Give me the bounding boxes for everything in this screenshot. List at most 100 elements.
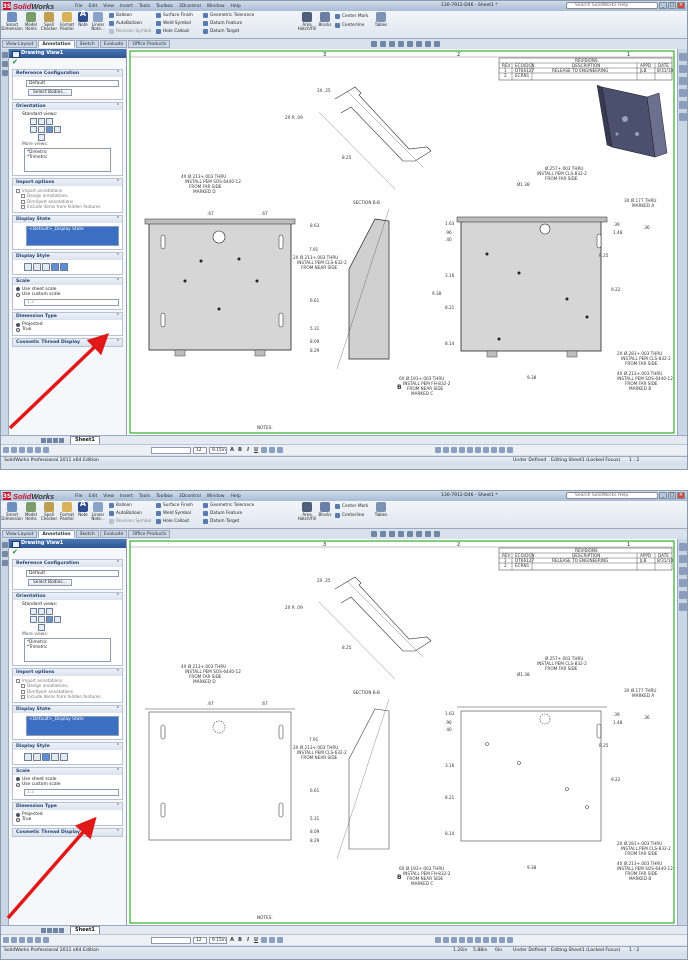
section-b-b-view[interactable]: [318, 576, 432, 680]
annotation-tool-5-icon[interactable]: [475, 447, 481, 453]
menu-window[interactable]: Window: [207, 4, 225, 9]
menu-insert[interactable]: Insert: [120, 494, 133, 499]
hole-callout-button[interactable]: Hole Callout: [156, 519, 189, 524]
hidden-features-checkbox[interactable]: Include items from hidden features: [16, 694, 119, 699]
balloon-button[interactable]: Balloon: [109, 13, 132, 18]
scale-select[interactable]: 1:2: [24, 298, 119, 306]
auto-balloon-button[interactable]: AutoBalloon: [109, 21, 142, 26]
view-right-icon[interactable]: [46, 616, 53, 623]
centerline-button[interactable]: Centerline: [335, 23, 364, 28]
wireframe-icon[interactable]: [24, 752, 32, 761]
side-view[interactable]: [336, 698, 390, 860]
custom-properties-icon[interactable]: [679, 603, 687, 611]
more-views-list[interactable]: *Dimetric *Trimetric: [24, 148, 111, 172]
design-library-icon[interactable]: [679, 555, 687, 563]
annotation-tool-9-icon[interactable]: [507, 447, 513, 453]
annotation-tool-6-icon[interactable]: [483, 937, 489, 943]
file-explorer-icon[interactable]: [679, 567, 687, 575]
color-display-icon[interactable]: [43, 937, 49, 943]
sheet-scale[interactable]: 1 : 2: [629, 457, 639, 465]
tab-office-products[interactable]: Office Products: [128, 530, 171, 538]
restore-icon[interactable]: □: [668, 492, 676, 499]
menu-insert[interactable]: Insert: [120, 4, 133, 9]
spell-checker-button[interactable]: Spell Checker: [41, 12, 57, 31]
rotate-icon[interactable]: [398, 41, 404, 47]
menu-tools[interactable]: Tools: [139, 494, 150, 499]
zoom-to-fit-icon[interactable]: [371, 531, 377, 537]
bold-toggle[interactable]: B: [237, 447, 243, 453]
datum-feature-button[interactable]: Datum Feature: [203, 21, 242, 26]
appearance-icon[interactable]: [434, 41, 440, 47]
drawing-area[interactable]: 3 2 1 REVISIONS REV ECO/DCN DESCRIPTION …: [127, 49, 677, 435]
spell-checker-button[interactable]: Spell Checker: [41, 502, 57, 521]
side-view[interactable]: [336, 208, 390, 370]
view-top-icon[interactable]: [38, 608, 45, 615]
section-b-b-view[interactable]: [318, 86, 432, 190]
datum-target-button[interactable]: Datum Target: [203, 519, 239, 524]
revision-symbol-button[interactable]: Revision Symbol: [109, 519, 151, 524]
revision-table[interactable]: REVISIONS REV ECO/DCN DESCRIPTION APPD D…: [498, 547, 673, 571]
note-button[interactable]: A Note: [77, 500, 89, 517]
isometric-view[interactable]: [596, 84, 668, 158]
first-sheet-icon[interactable]: [41, 927, 46, 933]
display-state-list[interactable]: <Default>_Display State: [26, 715, 119, 736]
use-custom-scale-radio[interactable]: Use custom scale: [16, 782, 119, 788]
font-combo[interactable]: [151, 936, 191, 944]
align-left-icon[interactable]: [261, 937, 267, 943]
geometric-tolerance-button[interactable]: Geometric Tolerance: [203, 503, 254, 508]
tab-view-layout[interactable]: View Layout: [2, 530, 38, 538]
feature-manager-icon[interactable]: [2, 52, 8, 58]
blocks-button[interactable]: Blocks: [319, 12, 331, 27]
hidden-features-checkbox[interactable]: Include items from hidden features: [16, 204, 119, 209]
help-search-input[interactable]: Search SolidWorks Help: [566, 2, 658, 9]
view-front-icon[interactable]: [46, 118, 53, 125]
snap-icon[interactable]: [435, 937, 441, 943]
appearances-icon[interactable]: [679, 591, 687, 599]
tab-sketch[interactable]: Sketch: [75, 40, 99, 48]
rear-view[interactable]: [457, 706, 607, 842]
rear-view[interactable]: [456, 216, 608, 358]
menu-help[interactable]: Help: [231, 4, 241, 9]
center-mark-button[interactable]: Center Mark: [335, 504, 368, 509]
italic-button[interactable]: I: [245, 447, 251, 453]
weld-symbol-button[interactable]: Weld Symbol: [156, 511, 191, 516]
menu-toolbox[interactable]: Toolbox: [156, 494, 173, 499]
more-views-list[interactable]: *Dimetric *Trimetric: [24, 638, 111, 662]
file-explorer-icon[interactable]: [679, 77, 687, 85]
annotation-tool-7-icon[interactable]: [491, 447, 497, 453]
balloon-button[interactable]: Balloon: [109, 503, 132, 508]
menu-file[interactable]: File: [75, 4, 83, 9]
annotation-tool-8-icon[interactable]: [499, 937, 505, 943]
use-custom-scale-radio[interactable]: Use custom scale: [16, 292, 119, 298]
solidworks-resources-icon[interactable]: [679, 53, 687, 61]
weld-symbol-button[interactable]: Weld Symbol: [156, 21, 191, 26]
view-left-icon[interactable]: [30, 616, 37, 623]
help-search-input[interactable]: Search SolidWorks Help: [566, 492, 658, 499]
prev-sheet-icon[interactable]: [47, 437, 52, 443]
layer-icon[interactable]: [3, 447, 9, 453]
font-combo[interactable]: [151, 446, 191, 454]
hidden-lines-visible-icon[interactable]: [33, 752, 41, 761]
last-sheet-icon[interactable]: [59, 437, 64, 443]
display-style-icon[interactable]: [416, 41, 422, 47]
solidworks-resources-icon[interactable]: [679, 543, 687, 551]
menu-file[interactable]: File: [75, 494, 83, 499]
font-size-combo[interactable]: 12: [193, 936, 207, 944]
centerline-button[interactable]: Centerline: [335, 513, 364, 518]
color-display-icon[interactable]: [43, 447, 49, 453]
shaded-icon[interactable]: [60, 262, 68, 271]
hide-show-icon[interactable]: [425, 531, 431, 537]
view-iso-icon[interactable]: [38, 616, 45, 623]
auto-balloon-button[interactable]: AutoBalloon: [109, 511, 142, 516]
close-icon[interactable]: ×: [677, 2, 685, 9]
hide-edge-icon[interactable]: [35, 937, 41, 943]
tab-annotation[interactable]: Annotation: [38, 40, 75, 48]
annotation-tool-3-icon[interactable]: [459, 937, 465, 943]
menu-view[interactable]: View: [103, 494, 114, 499]
surface-finish-button[interactable]: Surface Finish: [156, 503, 193, 508]
menu-edit[interactable]: Edit: [89, 4, 98, 9]
hole-callout-button[interactable]: Hole Callout: [156, 29, 189, 34]
feature-manager-icon[interactable]: [2, 542, 8, 548]
annotation-tool-8-icon[interactable]: [499, 447, 505, 453]
model-items-button[interactable]: Model Items: [23, 502, 39, 521]
